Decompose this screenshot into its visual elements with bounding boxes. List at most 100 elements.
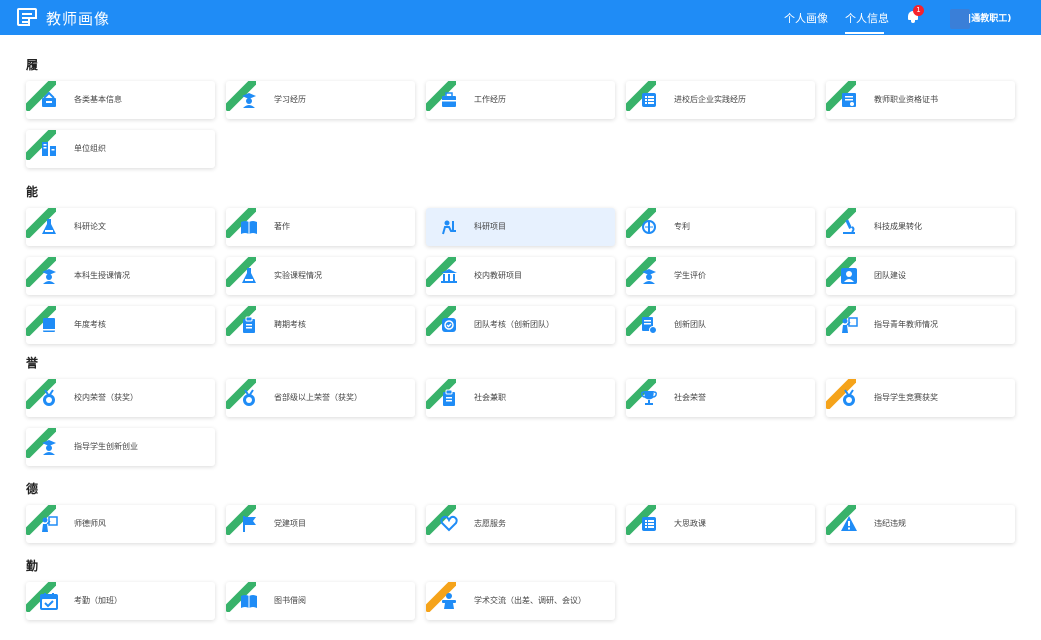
menu-card-label: 党建项目	[274, 519, 306, 528]
menu-card-label: 省部级以上荣誉（获奖）	[274, 393, 362, 402]
menu-card-label: 团队建设	[874, 271, 906, 280]
menu-card[interactable]: 指导学生创新创业	[26, 428, 215, 466]
menu-card[interactable]: 聘期考核	[226, 306, 415, 344]
notebook-icon	[40, 316, 58, 334]
graduate-icon	[240, 91, 258, 109]
menu-card-label: 违纪违规	[874, 519, 906, 528]
graduate-icon	[40, 438, 58, 456]
menu-card[interactable]: 各类基本信息	[26, 81, 215, 119]
menu-card-label: 本科生授课情况	[74, 271, 130, 280]
menu-card-label: 各类基本信息	[74, 95, 122, 104]
menu-card-label: 团队考核（创新团队）	[474, 320, 554, 329]
menu-card-label: 年度考核	[74, 320, 106, 329]
menu-card[interactable]: 校内教研项目	[426, 257, 615, 295]
menu-card-label: 校内教研项目	[474, 271, 522, 280]
menu-card-label: 志愿服务	[474, 519, 506, 528]
patent-icon	[640, 218, 658, 236]
menu-card[interactable]: 图书借阅	[226, 582, 415, 620]
menu-card[interactable]: 师德师风	[26, 505, 215, 543]
menu-card-label: 单位组织	[74, 144, 106, 153]
calendar-check-icon	[40, 592, 58, 610]
person-icon	[840, 267, 858, 285]
menu-card-label: 校内荣誉（获奖）	[74, 393, 138, 402]
menu-card[interactable]: 大思政课	[626, 505, 815, 543]
menu-card-label: 科研论文	[74, 222, 106, 231]
menu-card-label: 科研项目	[474, 222, 506, 231]
medal-icon	[240, 389, 258, 407]
menu-card[interactable]: 专利	[626, 208, 815, 246]
avatar[interactable]	[950, 9, 970, 29]
menu-card[interactable]: 科技成果转化	[826, 208, 1015, 246]
clipboard-icon	[240, 316, 258, 334]
book-icon	[240, 592, 258, 610]
menu-card-label: 教师职业资格证书	[874, 95, 938, 104]
app-logo-icon	[17, 8, 37, 26]
trophy-icon	[640, 389, 658, 407]
menu-card[interactable]: 进校后企业实践经历	[626, 81, 815, 119]
menu-card[interactable]: 指导青年教师情况	[826, 306, 1015, 344]
app-title: 教师画像	[46, 10, 111, 28]
menu-card-label: 考勤（加班）	[74, 596, 122, 605]
section-title: 能	[26, 185, 39, 199]
presenter-icon	[40, 515, 58, 533]
menu-card[interactable]: 省部级以上荣誉（获奖）	[226, 379, 415, 417]
microscope-icon	[840, 218, 858, 236]
teacher-icon	[40, 267, 58, 285]
briefcase-icon	[440, 91, 458, 109]
menu-card-label: 聘期考核	[274, 320, 306, 329]
basket-icon	[40, 91, 58, 109]
menu-card[interactable]: 党建项目	[226, 505, 415, 543]
heart-hand-icon	[440, 515, 458, 533]
menu-card-label: 指导青年教师情况	[874, 320, 938, 329]
menu-card[interactable]: 违纪违规	[826, 505, 1015, 543]
menu-card-label: 社会兼职	[474, 393, 506, 402]
menu-card-label: 学习经历	[274, 95, 306, 104]
tab-personal-info[interactable]: 个人信息	[845, 10, 889, 26]
menu-card[interactable]: 指导学生竞赛获奖	[826, 379, 1015, 417]
menu-card[interactable]: 科研论文	[26, 208, 215, 246]
list-icon	[640, 515, 658, 533]
menu-card[interactable]: 学生评价	[626, 257, 815, 295]
menu-card-label: 实验课程情况	[274, 271, 322, 280]
menu-card[interactable]: 团队考核（创新团队）	[426, 306, 615, 344]
menu-card[interactable]: 教师职业资格证书	[826, 81, 1015, 119]
certificate-icon	[840, 91, 858, 109]
menu-card[interactable]: 单位组织	[26, 130, 215, 168]
menu-card-label: 指导学生创新创业	[74, 442, 138, 451]
org-icon	[40, 140, 58, 158]
section-title: 勤	[26, 559, 39, 573]
menu-card[interactable]: 科研项目	[426, 208, 615, 246]
menu-card[interactable]: 工作经历	[426, 81, 615, 119]
menu-card[interactable]: 团队建设	[826, 257, 1015, 295]
menu-card[interactable]: 年度考核	[26, 306, 215, 344]
menu-card-label: 工作经历	[474, 95, 506, 104]
tab-personal-portrait[interactable]: 个人画像	[784, 10, 828, 26]
researcher-icon	[440, 218, 458, 236]
menu-card-label: 学生评价	[674, 271, 706, 280]
menu-card[interactable]: 社会荣誉	[626, 379, 815, 417]
book-icon	[240, 218, 258, 236]
speaker-icon	[440, 592, 458, 610]
list-icon	[640, 91, 658, 109]
menu-card[interactable]: 考勤（加班）	[26, 582, 215, 620]
document-icon	[640, 316, 658, 334]
menu-card-label: 学术交流（出差、调研、会议）	[474, 596, 586, 605]
menu-card[interactable]: 本科生授课情况	[26, 257, 215, 295]
presenter-icon	[840, 316, 858, 334]
menu-card[interactable]: 著作	[226, 208, 415, 246]
menu-card-label: 社会荣誉	[674, 393, 706, 402]
flask-icon	[240, 267, 258, 285]
flask-icon	[40, 218, 58, 236]
menu-card[interactable]: 学术交流（出差、调研、会议）	[426, 582, 615, 620]
menu-card[interactable]: 学习经历	[226, 81, 415, 119]
flag-icon	[240, 515, 258, 533]
menu-card[interactable]: 社会兼职	[426, 379, 615, 417]
menu-card[interactable]: 创新团队	[626, 306, 815, 344]
menu-card[interactable]: 校内荣誉（获奖）	[26, 379, 215, 417]
notification-badge: 1	[913, 5, 924, 16]
user-name[interactable]: |通教职工)	[968, 11, 1011, 24]
section-title: 履	[26, 58, 39, 72]
medal-icon	[40, 389, 58, 407]
menu-card[interactable]: 实验课程情况	[226, 257, 415, 295]
menu-card[interactable]: 志愿服务	[426, 505, 615, 543]
